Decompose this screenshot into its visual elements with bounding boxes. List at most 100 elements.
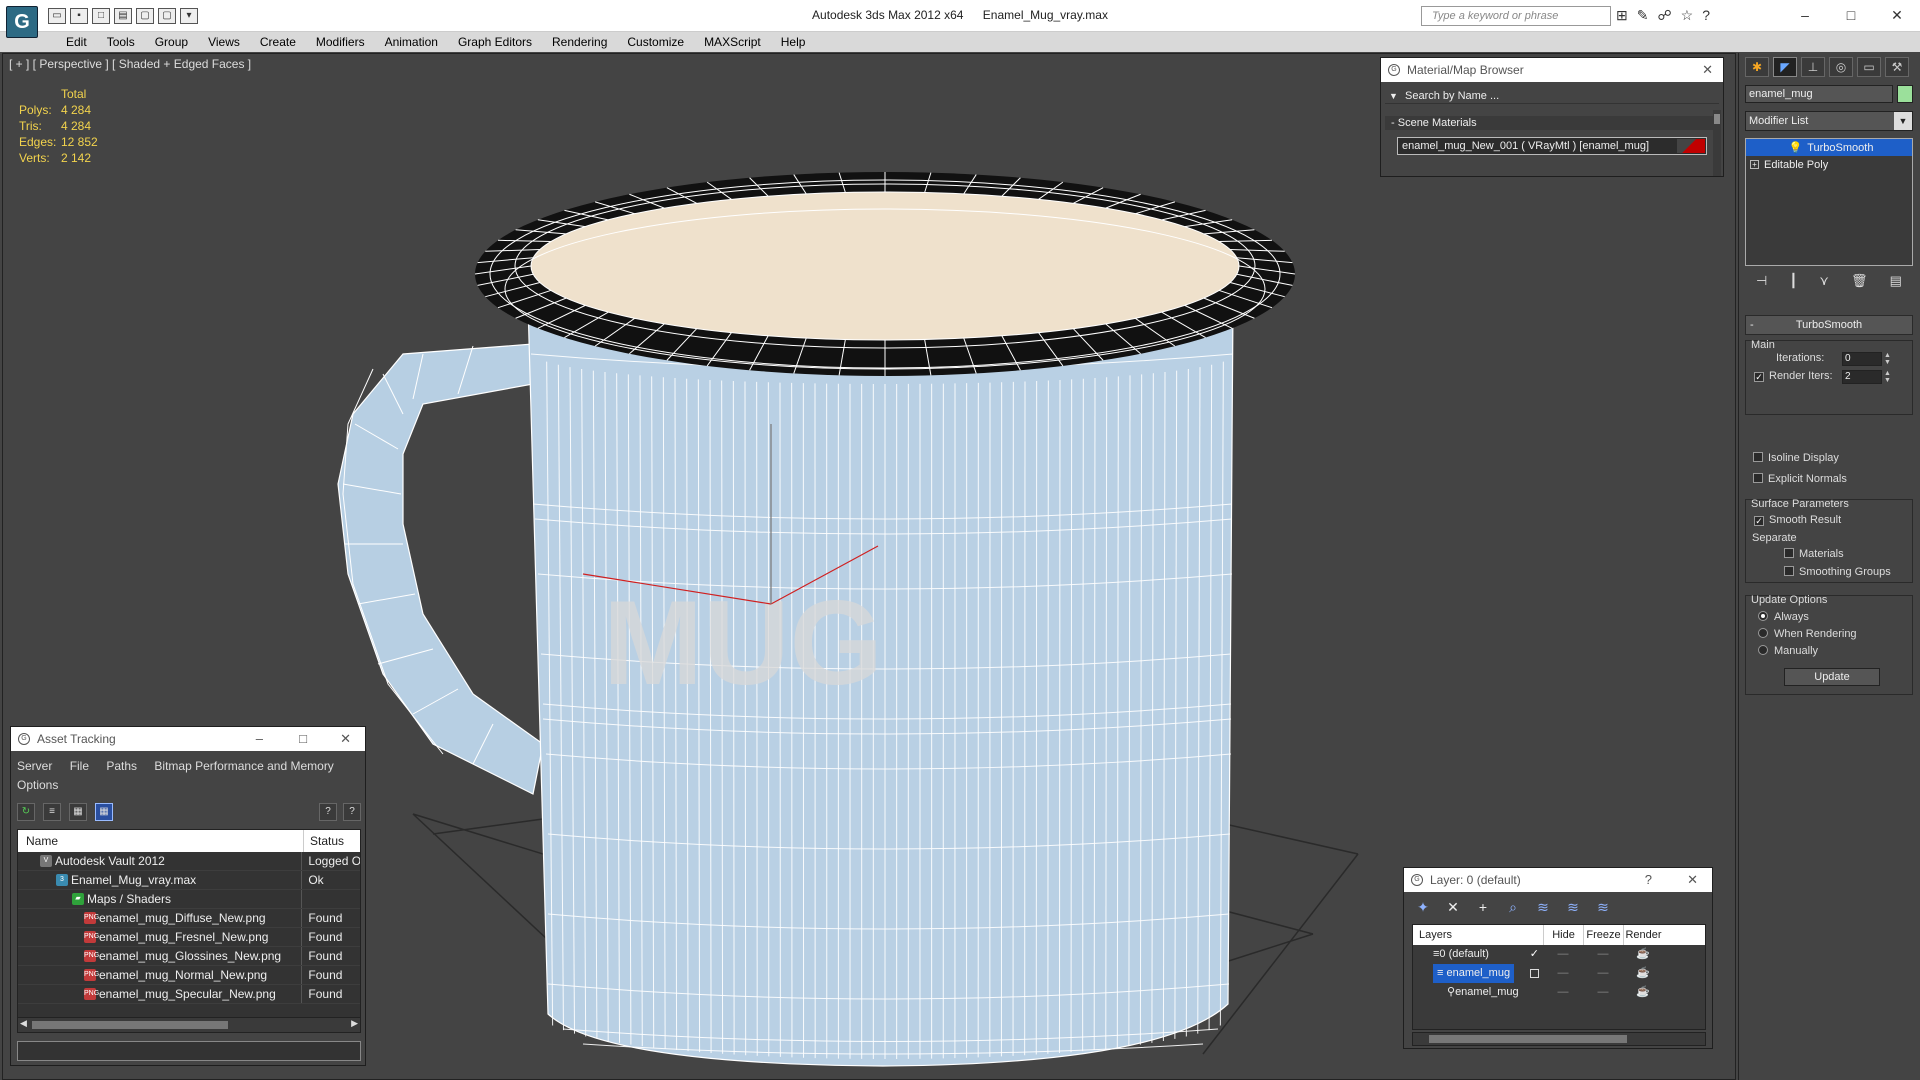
pin-stack-icon[interactable]: ⊣ xyxy=(1756,273,1767,289)
smooth-result-checkbox[interactable]: ✓ xyxy=(1754,516,1764,526)
star-icon[interactable]: ☆ xyxy=(1681,7,1694,24)
make-unique-icon[interactable]: ⋎ xyxy=(1819,273,1829,289)
spinner-arrows-icon[interactable]: ▲ ▼ xyxy=(1884,370,1892,384)
column-name[interactable]: Name xyxy=(18,830,304,852)
create-tab-icon[interactable]: ✱ xyxy=(1745,57,1769,77)
layer-table-scrollbar[interactable] xyxy=(1412,1032,1706,1046)
viewport-label[interactable]: [ + ] [ Perspective ] [ Shaded + Edged F… xyxy=(9,57,251,71)
scrollbar-thumb[interactable] xyxy=(32,1021,228,1029)
iterations-spinner[interactable]: 0 xyxy=(1842,352,1882,366)
render-teapot-icon[interactable]: ☕ xyxy=(1623,945,1663,964)
menu-group[interactable]: Group xyxy=(145,34,198,50)
maximize-icon[interactable]: □ xyxy=(299,727,307,751)
display-tab-icon[interactable]: ▭ xyxy=(1857,57,1881,77)
material-browser-scrollbar[interactable] xyxy=(1713,110,1721,176)
column-render[interactable]: Render xyxy=(1623,925,1663,945)
table-row[interactable]: PNG enamel_mug_Normal_New.png Found xyxy=(18,966,360,985)
column-layers[interactable]: Layers xyxy=(1413,925,1543,945)
table-row[interactable]: VAutodesk Vault 2012 Logged Ou xyxy=(18,852,360,871)
menu-help[interactable]: Help xyxy=(771,34,816,50)
stack-item-turbosmooth[interactable]: 💡 TurboSmooth xyxy=(1746,139,1912,156)
menu-paths[interactable]: Paths xyxy=(106,759,137,773)
update-button[interactable]: Update xyxy=(1784,668,1880,686)
column-hide[interactable]: Hide xyxy=(1543,925,1583,945)
spinner-arrows-icon[interactable]: ▲ ▼ xyxy=(1884,352,1892,366)
table-row[interactable]: ▰ Maps / Shaders xyxy=(18,890,360,909)
maximize-button[interactable]: □ xyxy=(1828,0,1874,30)
turbosmooth-rollout-header[interactable]: - TurboSmooth xyxy=(1745,315,1913,335)
asset-path-input[interactable] xyxy=(17,1041,361,1061)
hide-toggle-icon[interactable]: — xyxy=(1543,983,1583,1002)
render-iters-checkbox[interactable]: ✓ xyxy=(1754,372,1764,382)
menu-server[interactable]: Server xyxy=(17,759,52,773)
modify-tab-icon[interactable]: ◤ xyxy=(1773,57,1797,77)
stack-item-editable-poly[interactable]: + Editable Poly xyxy=(1746,156,1912,173)
options-triangle-icon[interactable]: ▼ xyxy=(1389,88,1398,104)
smoothing-groups-checkbox[interactable] xyxy=(1784,566,1794,576)
scrollbar-thumb[interactable] xyxy=(1714,114,1720,124)
materials-checkbox[interactable] xyxy=(1784,548,1794,558)
add-to-layer-icon[interactable]: + xyxy=(1472,898,1494,916)
menu-customize[interactable]: Customize xyxy=(617,34,694,50)
menu-tools[interactable]: Tools xyxy=(97,34,145,50)
delete-layer-icon[interactable]: ✕ xyxy=(1442,898,1464,916)
when-rendering-radio[interactable] xyxy=(1758,628,1768,638)
menu-options[interactable]: Options xyxy=(17,778,58,792)
menu-file[interactable]: File xyxy=(70,759,89,773)
help-icon[interactable]: ? xyxy=(1645,868,1652,892)
minimize-icon[interactable]: – xyxy=(256,727,263,751)
configure-modifier-sets-icon[interactable]: ▤ xyxy=(1890,273,1902,289)
object-name-field[interactable]: enamel_mug xyxy=(1745,85,1893,103)
menu-bitmap-performance[interactable]: Bitmap Performance and Memory xyxy=(154,759,333,773)
key-icon[interactable]: ✎ xyxy=(1637,7,1649,24)
column-freeze[interactable]: Freeze xyxy=(1583,925,1623,945)
menu-maxscript[interactable]: MAXScript xyxy=(694,34,771,50)
hierarchy-tab-icon[interactable]: ⊥ xyxy=(1801,57,1825,77)
hide-toggle-icon[interactable]: — xyxy=(1543,945,1583,964)
minimize-button[interactable]: – xyxy=(1782,0,1828,30)
render-teapot-icon[interactable]: ☕ xyxy=(1623,983,1663,1002)
material-search-input[interactable]: ▼ Search by Name ... xyxy=(1385,88,1719,104)
freeze-toggle-icon[interactable]: — xyxy=(1583,983,1623,1002)
hide-all-icon[interactable]: ≋ xyxy=(1562,898,1584,916)
table-row[interactable]: PNG enamel_mug_Glossines_New.png Found xyxy=(18,947,360,966)
utilities-tab-icon[interactable]: ⚒ xyxy=(1885,57,1909,77)
hide-toggle-icon[interactable]: — xyxy=(1543,964,1583,983)
freeze-all-icon[interactable]: ≋ xyxy=(1592,898,1614,916)
menu-create[interactable]: Create xyxy=(250,34,306,50)
render-iters-spinner[interactable]: 2 xyxy=(1842,370,1882,384)
scrollbar-thumb[interactable] xyxy=(1429,1035,1627,1043)
object-color-swatch[interactable] xyxy=(1897,85,1913,103)
table-view-icon[interactable]: ▦ xyxy=(95,803,113,821)
layer-row[interactable]: ≡ 0 (default) ✓ — — ☕ xyxy=(1413,945,1705,964)
modifier-list-dropdown[interactable]: Modifier List ▼ xyxy=(1745,111,1913,131)
menu-rendering[interactable]: Rendering xyxy=(542,34,617,50)
close-icon[interactable]: ✕ xyxy=(1687,868,1698,892)
table-row[interactable]: 3 Enamel_Mug_vray.max Ok xyxy=(18,871,360,890)
close-button[interactable]: ✕ xyxy=(1874,0,1920,30)
expand-plus-icon[interactable]: + xyxy=(1750,160,1759,169)
close-icon[interactable]: ✕ xyxy=(1702,58,1713,82)
isoline-checkbox[interactable] xyxy=(1753,452,1763,462)
scroll-left-icon[interactable]: ◀ xyxy=(20,1018,27,1029)
render-teapot-icon[interactable]: ☕ xyxy=(1623,964,1663,983)
binoculars-icon[interactable]: ⊞ xyxy=(1616,7,1628,24)
refresh-icon[interactable]: ↻ xyxy=(17,803,35,821)
always-radio[interactable] xyxy=(1758,611,1768,621)
column-status[interactable]: Status xyxy=(304,830,344,852)
select-objects-icon[interactable]: ⌕ xyxy=(1502,898,1524,916)
material-browser-titlebar[interactable]: G Material/Map Browser ✕ xyxy=(1381,58,1723,82)
layer-manager-titlebar[interactable]: G Layer: 0 (default) ? ✕ xyxy=(1404,868,1712,892)
help-icon[interactable]: ? xyxy=(343,803,361,821)
set-current-box-icon[interactable] xyxy=(1530,969,1539,978)
scene-materials-group[interactable]: - Scene Materials xyxy=(1385,116,1715,130)
subscription-icon[interactable]: ☍ xyxy=(1657,7,1671,24)
close-icon[interactable]: ✕ xyxy=(340,727,351,751)
freeze-toggle-icon[interactable]: — xyxy=(1583,964,1623,983)
motion-tab-icon[interactable]: ◎ xyxy=(1829,57,1853,77)
show-end-result-icon[interactable]: ┃ xyxy=(1789,273,1797,289)
table-row[interactable]: PNG enamel_mug_Diffuse_New.png Found xyxy=(18,909,360,928)
menu-animation[interactable]: Animation xyxy=(375,34,448,50)
menu-graph-editors[interactable]: Graph Editors xyxy=(448,34,542,50)
help-icon[interactable]: ? xyxy=(1702,7,1710,24)
